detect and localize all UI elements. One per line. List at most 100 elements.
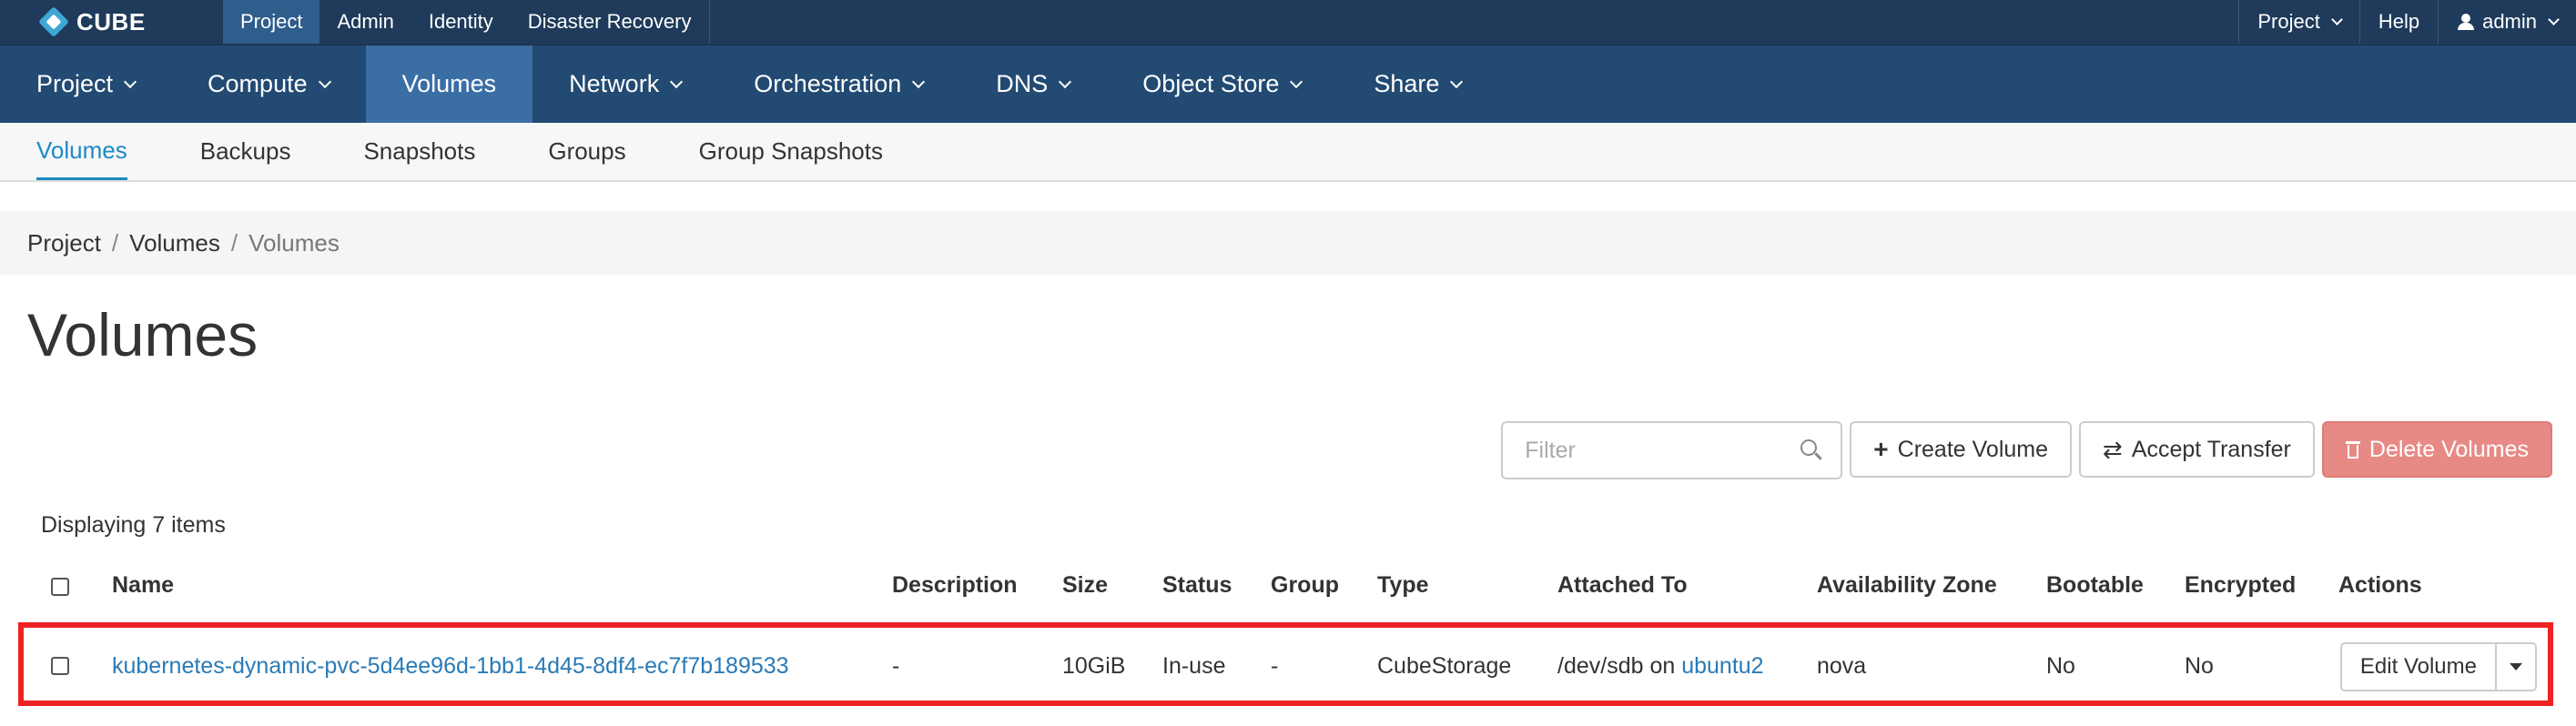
column-header-actions: Actions	[2338, 572, 2422, 598]
nav-project[interactable]: Project	[0, 45, 171, 123]
row-actions-dropdown[interactable]	[2497, 642, 2537, 691]
attached-device: /dev/sdb on	[1557, 653, 1676, 679]
breadcrumb-current: Volumes	[248, 228, 340, 257]
chevron-down-icon	[2548, 14, 2560, 25]
row-checkbox[interactable]	[51, 657, 69, 675]
search-icon[interactable]	[1800, 439, 1823, 461]
nav-compute-label: Compute	[208, 70, 308, 97]
chevron-down-icon	[1450, 75, 1464, 89]
create-volume-label: Create Volume	[1897, 436, 2049, 462]
cell-bootable: No	[2046, 653, 2075, 679]
user-icon	[2457, 13, 2475, 31]
nav-object-store-label: Object Store	[1142, 70, 1280, 97]
accept-transfer-button[interactable]: ⇄ Accept Transfer	[2079, 421, 2315, 478]
nav-object-store[interactable]: Object Store	[1106, 45, 1337, 123]
create-volume-button[interactable]: + Create Volume	[1850, 421, 2073, 478]
table-header: Name Description Size Status Group Type …	[0, 560, 2576, 614]
user-name: admin	[2482, 10, 2537, 33]
topnav-admin[interactable]: Admin	[319, 0, 411, 44]
trash-icon	[2345, 440, 2360, 459]
nav-volumes-label: Volumes	[401, 70, 497, 97]
cube-logo-icon	[38, 6, 69, 37]
top-bar: CUBE Project Admin Identity Disaster Rec…	[0, 0, 2576, 45]
delete-volumes-button[interactable]: Delete Volumes	[2321, 421, 2552, 478]
column-header-encrypted[interactable]: Encrypted	[2185, 572, 2296, 599]
topnav-project[interactable]: Project	[223, 0, 320, 44]
nav-orchestration[interactable]: Orchestration	[717, 45, 959, 123]
cell-group: -	[1271, 653, 1279, 679]
caret-down-icon	[2510, 663, 2522, 671]
filter-box	[1501, 421, 1843, 479]
column-header-attached-to[interactable]: Attached To	[1557, 572, 1688, 599]
sub-nav: Volumes Backups Snapshots Groups Group S…	[0, 123, 2576, 182]
tab-snapshots[interactable]: Snapshots	[363, 123, 475, 180]
select-all-checkbox[interactable]	[51, 578, 69, 596]
edit-volume-button[interactable]: Edit Volume	[2339, 642, 2497, 691]
help-link[interactable]: Help	[2358, 0, 2438, 44]
project-dropdown-label: Project	[2257, 10, 2320, 33]
project-dropdown[interactable]: Project	[2238, 0, 2358, 44]
table-actions: + Create Volume ⇄ Accept Transfer Delete…	[1501, 421, 2552, 479]
tab-volumes[interactable]: Volumes	[36, 123, 127, 180]
column-header-name[interactable]: Name	[112, 572, 174, 599]
chevron-down-icon	[318, 75, 331, 89]
column-header-group[interactable]: Group	[1271, 572, 1339, 599]
volume-name-link[interactable]: kubernetes-dynamic-pvc-5d4ee96d-1bb1-4d4…	[112, 653, 789, 680]
delete-volumes-label: Delete Volumes	[2368, 436, 2529, 462]
cell-type: CubeStorage	[1377, 653, 1512, 679]
accept-transfer-label: Accept Transfer	[2131, 436, 2291, 462]
breadcrumb-separator: /	[111, 228, 119, 257]
cell-attached-to: /dev/sdb on ubuntu2	[1557, 653, 1764, 680]
nav-dns-label: DNS	[996, 70, 1049, 97]
user-menu[interactable]: admin	[2438, 0, 2576, 44]
breadcrumb-project[interactable]: Project	[27, 229, 101, 257]
column-header-availability-zone[interactable]: Availability Zone	[1817, 572, 1997, 599]
topnav-disaster-recovery[interactable]: Disaster Recovery	[511, 0, 709, 44]
exchange-icon: ⇄	[2103, 436, 2123, 463]
filter-input[interactable]	[1503, 423, 1777, 478]
nav-volumes[interactable]: Volumes	[365, 45, 533, 123]
nav-network[interactable]: Network	[532, 45, 717, 123]
top-nav: Project Admin Identity Disaster Recovery	[223, 0, 710, 44]
column-header-status[interactable]: Status	[1162, 572, 1232, 599]
nav-dns[interactable]: DNS	[959, 45, 1106, 123]
nav-project-label: Project	[36, 70, 114, 97]
cell-size: 10GiB	[1062, 653, 1126, 679]
cell-description: -	[892, 653, 900, 679]
nav-share-label: Share	[1374, 70, 1440, 97]
item-count: Displaying 7 items	[41, 512, 226, 538]
tab-backups[interactable]: Backups	[200, 123, 291, 180]
row-actions: Edit Volume	[2339, 642, 2537, 691]
column-header-size[interactable]: Size	[1062, 572, 1108, 599]
brand-name: CUBE	[76, 7, 146, 35]
chevron-down-icon	[2330, 14, 2343, 25]
column-header-bootable[interactable]: Bootable	[2046, 572, 2144, 599]
column-header-type[interactable]: Type	[1377, 572, 1429, 599]
attached-host-link[interactable]: ubuntu2	[1681, 653, 1763, 679]
brand-logo[interactable]: CUBE	[38, 4, 146, 40]
nav-network-label: Network	[569, 70, 660, 97]
nav-compute[interactable]: Compute	[171, 45, 366, 123]
chevron-down-icon	[912, 75, 926, 89]
nav-orchestration-label: Orchestration	[754, 70, 902, 97]
breadcrumb-separator: /	[230, 228, 238, 257]
breadcrumb-volumes[interactable]: Volumes	[129, 229, 220, 257]
main-nav: Project Compute Volumes Network Orchestr…	[0, 45, 2576, 123]
tab-group-snapshots[interactable]: Group Snapshots	[699, 123, 883, 180]
column-header-description[interactable]: Description	[892, 572, 1018, 599]
nav-share[interactable]: Share	[1337, 45, 1497, 123]
topnav-identity[interactable]: Identity	[411, 0, 511, 44]
cell-status: In-use	[1162, 653, 1226, 679]
top-right-menu: Project Help admin	[2238, 0, 2576, 44]
page-title: Volumes	[27, 301, 259, 368]
plus-icon: +	[1873, 435, 1889, 463]
cell-encrypted: No	[2185, 653, 2214, 679]
chevron-down-icon	[123, 75, 137, 89]
table-row: kubernetes-dynamic-pvc-5d4ee96d-1bb1-4d4…	[18, 622, 2553, 706]
breadcrumb: Project / Volumes / Volumes	[0, 211, 2576, 275]
cell-availability-zone: nova	[1817, 653, 1867, 679]
chevron-down-icon	[1290, 75, 1303, 89]
chevron-down-icon	[1059, 75, 1072, 89]
tab-groups[interactable]: Groups	[548, 123, 625, 180]
chevron-down-icon	[670, 75, 684, 89]
